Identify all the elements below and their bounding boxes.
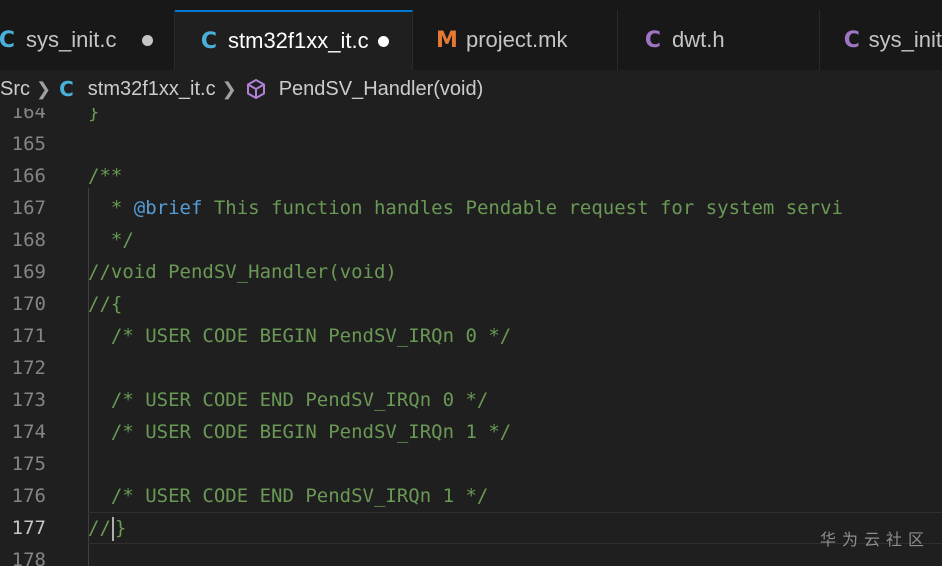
- code-text: //}: [88, 512, 126, 544]
- code-text: /* USER CODE BEGIN PendSV_IRQn 1 */: [88, 421, 512, 443]
- breadcrumb-file-label: stm32f1xx_it.c: [87, 77, 216, 100]
- code-line[interactable]: 168 */: [0, 224, 942, 256]
- tab-dwt-h[interactable]: C dwt.h: [618, 10, 820, 70]
- line-number: 168: [11, 229, 46, 251]
- code-text: /* USER CODE END PendSV_IRQn 1 */: [88, 485, 489, 507]
- breadcrumb-file[interactable]: C stm32f1xx_it.c: [59, 77, 216, 101]
- text-cursor: [111, 516, 114, 541]
- code-text: */: [88, 229, 134, 251]
- line-number: 174: [11, 421, 46, 443]
- line-number: 176: [11, 485, 46, 507]
- code-before-cursor: //: [88, 517, 111, 539]
- watermark: 华为云社区: [819, 530, 930, 549]
- line-number: 165: [11, 133, 46, 155]
- tab-project-mk[interactable]: M project.mk: [413, 10, 618, 70]
- code-line-current[interactable]: 177 //}: [0, 512, 942, 544]
- tab-label: sys_init: [868, 27, 942, 52]
- tab-label: sys_init.c: [26, 27, 117, 52]
- line-number: 175: [11, 453, 46, 475]
- unsaved-dot-icon[interactable]: [378, 35, 389, 47]
- line-number: 177: [11, 517, 46, 539]
- code-line[interactable]: 169 //void PendSV_Handler(void): [0, 256, 942, 288]
- code-line[interactable]: 174 /* USER CODE BEGIN PendSV_IRQn 1 */: [0, 416, 942, 448]
- code-text: /* USER CODE BEGIN PendSV_IRQn 0 */: [88, 325, 512, 347]
- code-line[interactable]: 167 * @brief This function handles Penda…: [0, 192, 942, 224]
- code-line[interactable]: 176 /* USER CODE END PendSV_IRQn 1 */: [0, 480, 942, 512]
- tab-sys-init-c[interactable]: C sys_init.c: [0, 10, 175, 70]
- code-after-cursor: }: [114, 517, 127, 539]
- code-line[interactable]: 171 /* USER CODE BEGIN PendSV_IRQn 0 */: [0, 320, 942, 352]
- cube-icon: [245, 78, 267, 100]
- line-number: 164: [11, 108, 46, 123]
- tab-label: dwt.h: [672, 27, 725, 52]
- line-number: 172: [11, 357, 46, 379]
- breadcrumb-symbol-label: PendSV_Handler(void): [278, 77, 484, 100]
- code-line[interactable]: 165: [0, 128, 942, 160]
- code-text: * @brief This function handles Pendable …: [88, 192, 843, 224]
- line-number: 178: [11, 549, 46, 566]
- comment-prefix: *: [88, 197, 134, 219]
- line-number: 167: [11, 197, 46, 219]
- code-line[interactable]: 164 }: [0, 108, 942, 128]
- code-editor[interactable]: 164 } 165 166 /** 167 * @brief This func…: [0, 108, 942, 566]
- unsaved-dot-icon[interactable]: [142, 34, 153, 46]
- code-text: //void PendSV_Handler(void): [88, 261, 397, 283]
- tab-label: stm32f1xx_it.c: [228, 28, 369, 53]
- code-line[interactable]: 173 /* USER CODE END PendSV_IRQn 0 */: [0, 384, 942, 416]
- tab-label: project.mk: [466, 27, 568, 52]
- line-number: 166: [11, 165, 46, 187]
- tab-stm32f1xx-it-c[interactable]: C stm32f1xx_it.c: [175, 10, 413, 70]
- line-number: 171: [11, 325, 46, 347]
- code-text: }: [88, 108, 100, 123]
- makefile-icon: M: [436, 27, 458, 53]
- chevron-right-icon: ❯: [221, 78, 237, 99]
- line-number: 169: [11, 261, 46, 283]
- tab-sys-init-overflow[interactable]: C sys_init: [820, 10, 942, 70]
- code-text: //{: [88, 293, 123, 315]
- line-number: 170: [11, 293, 46, 315]
- code-line[interactable]: 178: [0, 544, 942, 566]
- c-file-icon: C: [843, 27, 860, 53]
- code-line[interactable]: 166 /**: [0, 160, 942, 192]
- code-line[interactable]: 175: [0, 448, 942, 480]
- c-file-icon: C: [59, 77, 74, 101]
- window-top-strip: [0, 0, 942, 10]
- breadcrumb-symbol[interactable]: PendSV_Handler(void): [245, 77, 484, 101]
- line-number: 173: [11, 389, 46, 411]
- code-line[interactable]: 172: [0, 352, 942, 384]
- breadcrumb: Src ❯ C stm32f1xx_it.c ❯ PendSV_Handler(…: [0, 70, 942, 108]
- code-text: /**: [88, 165, 123, 187]
- code-text: /* USER CODE END PendSV_IRQn 0 */: [88, 389, 489, 411]
- breadcrumb-folder[interactable]: Src: [0, 78, 30, 101]
- c-header-file-icon: C: [644, 27, 662, 53]
- comment-body: This function handles Pendable request f…: [202, 197, 843, 219]
- doc-tag: @brief: [133, 197, 203, 219]
- c-file-icon: C: [0, 27, 16, 53]
- editor-tab-bar: C sys_init.c C stm32f1xx_it.c M project.…: [0, 10, 942, 70]
- chevron-right-icon: ❯: [36, 78, 52, 99]
- code-line[interactable]: 170 //{: [0, 288, 942, 320]
- c-file-icon: C: [200, 28, 218, 54]
